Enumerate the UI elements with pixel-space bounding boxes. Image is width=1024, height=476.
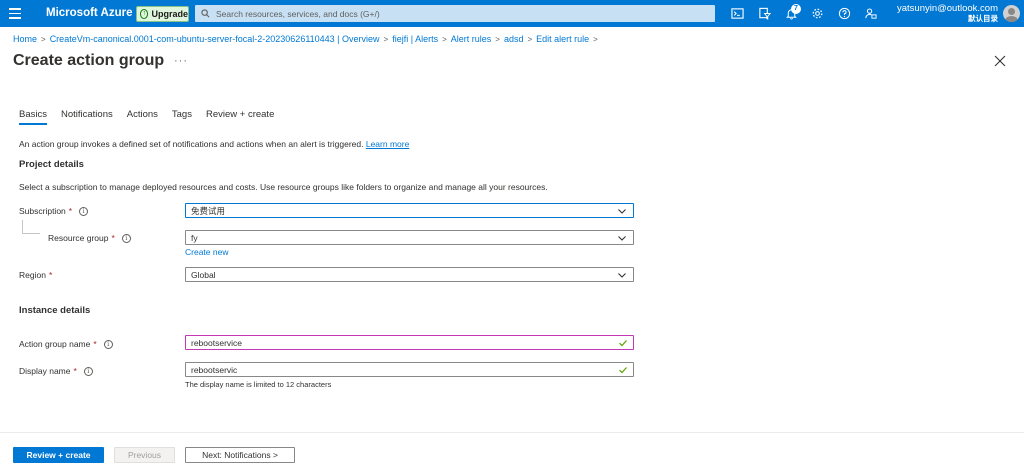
tab-notifications[interactable]: Notifications [61,109,113,125]
hamburger-menu-icon[interactable] [9,8,21,19]
display-name-input[interactable]: rebootservic [185,362,634,377]
review-create-button[interactable]: Review + create [13,447,104,463]
info-icon[interactable]: i [103,339,113,349]
region-label: Region * [19,270,52,280]
subscription-dropdown[interactable]: 免费试用 [185,203,634,218]
feedback-icon[interactable] [864,7,877,20]
help-icon[interactable] [838,7,851,20]
previous-button[interactable]: Previous [114,447,175,463]
account-email: yatsunyin@outlook.com [897,3,998,14]
resource-group-value: fy [191,232,198,243]
footer-divider [0,432,1024,433]
breadcrumb-home[interactable]: Home [13,34,37,44]
upgrade-button[interactable]: ↑ Upgrade [136,6,189,22]
project-details-description: Select a subscription to manage deployed… [19,182,548,192]
more-options-icon[interactable]: ··· [174,55,188,67]
resource-group-dropdown[interactable]: fy [185,230,634,245]
directory-filter-icon[interactable] [758,7,771,20]
close-icon[interactable] [994,55,1006,67]
chevron-down-icon [618,236,626,241]
subscription-label: Subscription * i [19,206,89,216]
intro-description: An action group invokes a defined set of… [19,139,364,149]
required-asterisk: * [93,339,97,349]
tab-strip: Basics Notifications Actions Tags Review… [19,109,288,125]
instance-details-heading: Instance details [19,305,91,316]
tab-actions[interactable]: Actions [127,109,158,125]
account-directory: 默认目录 [968,14,998,23]
tab-basics[interactable]: Basics [19,109,47,125]
display-name-value: rebootservic [191,364,238,375]
avatar[interactable] [1003,5,1020,22]
subscription-value: 免费试用 [191,205,226,216]
breadcrumb-alerts[interactable]: fiejfi | Alerts [392,34,438,44]
create-new-resource-group-link[interactable]: Create new [185,247,228,257]
breadcrumb-adsd[interactable]: adsd [504,34,524,44]
notification-count-badge: 7 [791,4,801,14]
display-name-hint: The display name is limited to 12 charac… [185,380,332,389]
tree-connector [22,233,40,234]
required-asterisk: * [68,206,73,216]
subscription-label-text: Subscription [19,206,66,216]
account-info[interactable]: yatsunyin@outlook.com 默认目录 [897,3,998,24]
intro-text: An action group invokes a defined set of… [19,139,409,149]
action-group-name-value: rebootservice [191,337,243,348]
search-icon [201,9,210,18]
resource-group-label: Resource group * i [48,233,131,243]
learn-more-link[interactable]: Learn more [366,139,409,149]
breadcrumb-vm-overview[interactable]: CreateVm-canonical.0001-com-ubuntu-serve… [50,34,380,44]
search-input[interactable]: Search resources, services, and docs (G+… [195,5,715,22]
breadcrumb: Home > CreateVm-canonical.0001-com-ubuntu… [13,34,598,44]
gear-icon[interactable] [811,7,824,20]
resource-group-label-text: Resource group [48,233,109,243]
chevron-down-icon [618,273,626,278]
display-name-label-text: Display name [19,366,71,376]
chevron-down-icon [618,209,626,214]
region-label-text: Region [19,270,46,280]
cloud-shell-icon[interactable] [731,7,744,20]
breadcrumb-edit-alert-rule[interactable]: Edit alert rule [536,34,589,44]
page-title: Create action group [13,52,165,69]
action-group-name-label-text: Action group name [19,339,91,349]
tab-tags[interactable]: Tags [172,109,192,125]
brand-link[interactable]: Microsoft Azure [46,7,132,19]
info-icon[interactable]: i [83,366,93,376]
info-icon[interactable]: i [79,206,89,216]
action-group-name-input[interactable]: rebootservice [185,335,634,350]
breadcrumb-alert-rules[interactable]: Alert rules [451,34,492,44]
display-name-label: Display name * i [19,366,93,376]
upgrade-label: Upgrade [151,9,188,19]
region-dropdown[interactable]: Global [185,267,634,282]
tab-review-create[interactable]: Review + create [206,109,274,125]
search-placeholder: Search resources, services, and docs (G+… [216,8,380,19]
tree-connector [22,220,23,233]
checkmark-icon [619,340,627,347]
action-group-name-label: Action group name * i [19,339,113,349]
project-details-heading: Project details [19,159,84,170]
next-notifications-button[interactable]: Next: Notifications > [185,447,295,463]
top-bar: Microsoft Azure ↑ Upgrade Search resourc… [0,0,1024,27]
upgrade-arrow-icon: ↑ [140,9,149,19]
checkmark-icon [619,367,627,374]
required-asterisk: * [48,270,53,280]
info-icon[interactable]: i [121,233,131,243]
region-value: Global [191,269,216,280]
required-asterisk: * [73,366,77,376]
required-asterisk: * [111,233,115,243]
